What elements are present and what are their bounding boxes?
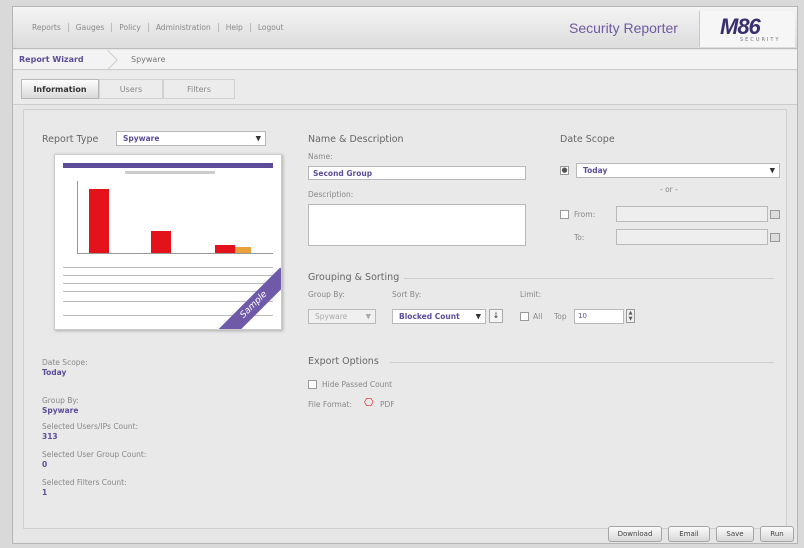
summary-filters-count-label: Selected Filters Count:	[42, 478, 127, 487]
breadcrumb: Report Wizard Spyware	[13, 50, 797, 70]
preview-table-line	[63, 283, 273, 284]
divider	[390, 362, 774, 363]
preview-table-line	[63, 267, 273, 268]
chevron-down-icon: ▼	[365, 312, 371, 320]
name-label: Name:	[308, 152, 333, 161]
preview-bar-secondary	[235, 247, 251, 253]
chevron-down-icon: ▼	[475, 312, 481, 320]
name-input[interactable]: Second Group	[308, 166, 526, 180]
hide-passed-label: Hide Passed Count	[322, 380, 393, 389]
chevron-down-icon: ▼	[255, 134, 261, 142]
name-description-title: Name & Description	[308, 134, 404, 145]
breadcrumb-root[interactable]: Report Wizard	[19, 55, 84, 64]
name-input-value: Second Group	[313, 169, 373, 178]
group-by-value: Spyware	[315, 312, 348, 321]
sort-by-select[interactable]: Blocked Count ▼	[392, 309, 486, 324]
file-format-label: File Format:	[308, 400, 352, 409]
calendar-icon[interactable]	[770, 233, 780, 242]
hide-passed-checkbox[interactable]	[308, 380, 317, 389]
preview-header	[63, 163, 273, 168]
divider	[404, 278, 774, 279]
preview-bar	[215, 245, 235, 253]
report-type-value: Spyware	[123, 134, 160, 143]
download-button[interactable]: Download	[608, 526, 662, 542]
preview-table-line	[63, 275, 273, 276]
sort-order-icon[interactable]: ↓	[489, 309, 503, 323]
date-range-checkbox[interactable]	[560, 210, 569, 219]
company-logo: M86 SECURITY	[699, 11, 795, 47]
preview-subtitle	[125, 171, 215, 174]
export-options-title: Export Options	[308, 356, 379, 367]
breadcrumb-current: Spyware	[131, 55, 166, 64]
group-by-label: Group By:	[308, 290, 345, 299]
run-button[interactable]: Run	[760, 526, 794, 542]
sample-ribbon: Sample	[216, 267, 281, 329]
top-bar: Reports Gauges Policy Administration Hel…	[13, 7, 797, 49]
nav-logout[interactable]: Logout	[251, 23, 291, 32]
date-scope-select[interactable]: Today ▼	[576, 163, 780, 178]
nav-gauges[interactable]: Gauges	[69, 23, 113, 32]
summary-date-scope-label: Date Scope:	[42, 358, 88, 367]
date-scope-title: Date Scope	[560, 134, 615, 145]
from-date-input[interactable]	[616, 206, 768, 222]
limit-spinner-icon[interactable]: ▲ ▼	[626, 309, 635, 323]
wizard-steps: Information Users Filters	[13, 71, 797, 105]
summary-users-count-label: Selected Users/IPs Count:	[42, 422, 139, 431]
sort-by-label: Sort By:	[392, 290, 422, 299]
summary-group-count-label: Selected User Group Count:	[42, 450, 147, 459]
preview-x-axis	[77, 253, 273, 254]
app-window: Reports Gauges Policy Administration Hel…	[12, 6, 798, 544]
preview-bar	[151, 231, 171, 253]
information-panel: Report Type Spyware ▼ Sample Date Scope:…	[23, 109, 787, 529]
summary-filters-count-value: 1	[42, 488, 48, 497]
step-filters[interactable]: Filters	[163, 79, 235, 99]
group-by-select[interactable]: Spyware ▼	[308, 309, 376, 324]
save-button[interactable]: Save	[716, 526, 754, 542]
sort-by-value: Blocked Count	[399, 312, 460, 321]
pdf-icon[interactable]: ⎔	[364, 396, 374, 409]
preview-bar	[89, 189, 109, 253]
limit-all-label: All	[533, 312, 543, 321]
limit-top-input[interactable]: 10	[574, 309, 624, 324]
top-navigation: Reports Gauges Policy Administration Hel…	[25, 23, 291, 32]
to-label: To:	[574, 233, 585, 242]
app-title: Security Reporter	[569, 20, 678, 36]
file-format-value: PDF	[380, 400, 395, 409]
limit-label: Limit:	[520, 290, 542, 299]
summary-group-by-value: Spyware	[42, 406, 79, 415]
summary-date-scope-value: Today	[42, 368, 67, 377]
grouping-sorting-title: Grouping & Sorting	[308, 272, 400, 283]
summary-users-count-value: 313	[42, 432, 58, 441]
logo-subtext: SECURITY	[740, 37, 781, 43]
to-date-input[interactable]	[616, 229, 768, 245]
step-information[interactable]: Information	[21, 79, 99, 99]
description-textarea[interactable]	[308, 204, 526, 246]
summary-group-by-label: Group By:	[42, 396, 79, 405]
from-label: From:	[574, 210, 596, 219]
step-users[interactable]: Users	[99, 79, 163, 99]
breadcrumb-separator-icon	[98, 50, 118, 70]
date-scope-or: - or -	[660, 185, 678, 194]
limit-top-label: Top	[554, 312, 567, 321]
nav-help[interactable]: Help	[219, 23, 251, 32]
limit-top-value: 10	[578, 312, 587, 320]
nav-administration[interactable]: Administration	[149, 23, 219, 32]
nav-policy[interactable]: Policy	[112, 23, 149, 32]
report-type-select[interactable]: Spyware ▼	[116, 131, 266, 146]
date-scope-value: Today	[583, 166, 608, 175]
preview-table-line	[63, 291, 273, 292]
nav-reports[interactable]: Reports	[25, 23, 69, 32]
email-button[interactable]: Email	[668, 526, 710, 542]
report-type-label: Report Type	[42, 134, 99, 145]
chevron-down-icon: ▼	[769, 166, 775, 174]
description-label: Description:	[308, 190, 354, 199]
limit-all-radio[interactable]	[520, 312, 529, 321]
report-preview: Sample	[54, 154, 282, 330]
preview-table-line	[63, 301, 273, 302]
summary-group-count-value: 0	[42, 460, 48, 469]
calendar-icon[interactable]	[770, 210, 780, 219]
date-scope-preset-radio[interactable]: ●	[560, 166, 569, 175]
preview-y-axis	[77, 181, 78, 253]
